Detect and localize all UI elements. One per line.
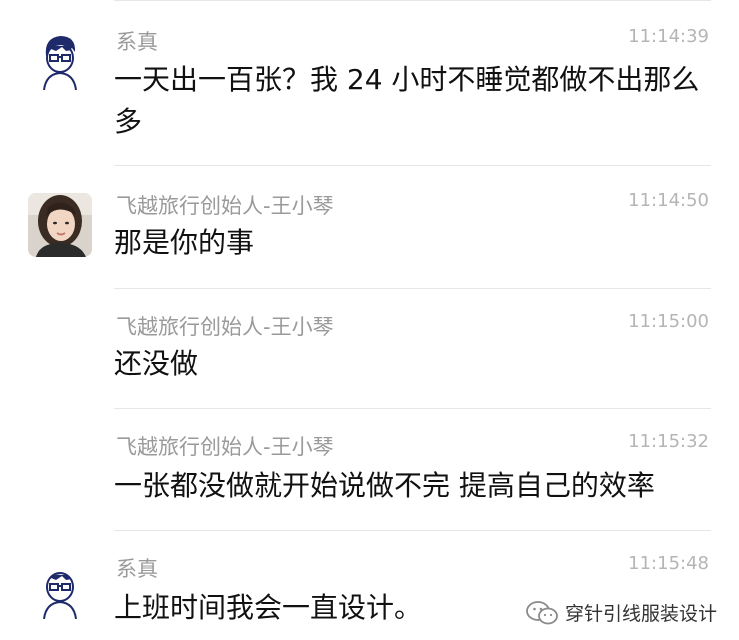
timestamp: 11:14:50 [628,190,709,211]
message-item[interactable]: 飞越旅行创始人-王小琴 11:15:00 还没做 [0,288,739,408]
divider [114,165,711,166]
message-text: 一天出一百张？我 24 小时不睡觉都做不出那么多 [114,63,700,138]
timestamp: 11:15:00 [628,311,709,332]
divider [114,0,711,1]
message-text: 还没做 [114,347,199,380]
sender-name: 系真 [116,557,158,581]
sender-name: 飞越旅行创始人-王小琴 [116,194,334,218]
divider [114,288,711,289]
sender-name: 系真 [116,30,158,54]
divider [114,530,711,531]
wechat-icon [526,600,558,624]
timestamp: 11:15:32 [628,431,709,452]
message-item[interactable]: 系真 11:14:39 一天出一百张？我 24 小时不睡觉都做不出那么多 [0,0,739,165]
timestamp: 11:15:48 [628,553,709,574]
message-text: 一张都没做就开始说做不完 提高自己的效率 [114,469,655,502]
sender-name: 飞越旅行创始人-王小琴 [116,315,334,339]
message-text: 那是你的事 [114,226,255,259]
cartoon-boy-avatar[interactable] [28,26,92,90]
message-item[interactable]: 飞越旅行创始人-王小琴 11:14:50 那是你的事 [0,165,739,288]
watermark-text: 穿针引线服装设计 [564,603,717,625]
watermark: 穿针引线服装设计 [525,599,717,626]
divider [114,408,711,409]
cartoon-boy-avatar[interactable] [28,555,92,619]
chat-history: 系真 11:14:39 一天出一百张？我 24 小时不睡觉都做不出那么多 飞越旅… [0,0,739,640]
message-item[interactable]: 飞越旅行创始人-王小琴 11:15:32 一张都没做就开始说做不完 提高自己的效… [0,408,739,530]
woman-photo-avatar[interactable] [28,193,92,257]
sender-name: 飞越旅行创始人-王小琴 [116,435,334,459]
timestamp: 11:14:39 [628,26,709,47]
